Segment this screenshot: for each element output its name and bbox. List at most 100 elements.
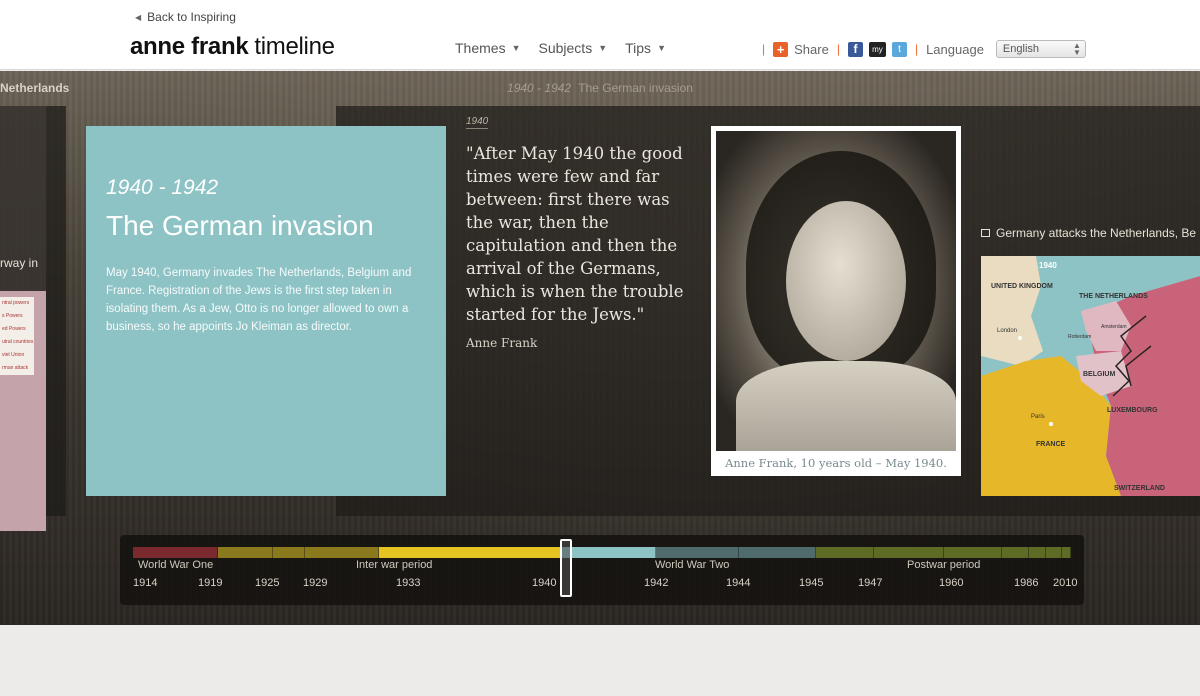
quote-block: 1940 "After May 1940 the good times were…: [466, 111, 701, 350]
legend-item: ed Powers: [2, 326, 26, 332]
period-label: World War One: [138, 559, 214, 571]
year-label[interactable]: 1940: [532, 577, 556, 589]
segment-current[interactable]: [561, 547, 656, 558]
chevron-down-icon: ▼: [511, 43, 521, 53]
event-card: 1940 - 1942 The German invasion May 1940…: [86, 126, 446, 496]
share-link[interactable]: Share: [794, 42, 829, 57]
segment-interwar[interactable]: [305, 547, 379, 558]
year-labels: 1914 1919 1925 1929 1933 1940 1942 1944 …: [120, 577, 1084, 593]
quote-text: "After May 1940 the good times were few …: [466, 144, 684, 324]
photo-card[interactable]: Anne Frank, 10 years old – May 1940.: [711, 126, 961, 476]
language-label: Language: [926, 41, 984, 57]
segment-interwar[interactable]: [218, 547, 273, 558]
photo-shirt: [736, 361, 956, 451]
previous-card[interactable]: rway in ntral powers s Powers ed Powers …: [0, 106, 66, 531]
nav-subjects[interactable]: Subjects ▼: [539, 40, 608, 56]
map-city-dot: [1018, 336, 1022, 340]
nav-subjects-label: Subjects: [538, 40, 593, 56]
nav-tips[interactable]: Tips ▼: [625, 40, 666, 56]
plus-icon[interactable]: +: [773, 41, 789, 57]
legend-item: s Powers: [2, 313, 23, 319]
year-label[interactable]: 1914: [133, 577, 157, 589]
header: ◀ Back to Inspiring anne frank timeline T…: [0, 0, 1200, 70]
next-card[interactable]: Germany attacks the Netherlands, Be 1940…: [981, 226, 1200, 496]
year-label[interactable]: 1944: [726, 577, 750, 589]
next-card-heading: Germany attacks the Netherlands, Be: [981, 226, 1200, 240]
nav-themes[interactable]: Themes ▼: [455, 40, 521, 56]
segment-postwar[interactable]: [1002, 547, 1029, 558]
timeline-bar[interactable]: [133, 547, 1071, 558]
segment-postwar[interactable]: [1029, 547, 1046, 558]
legend-item: rman attack: [2, 365, 29, 371]
segment-postwar[interactable]: [1062, 547, 1071, 558]
nav-tips-label: Tips: [625, 40, 652, 56]
segment-postwar[interactable]: [816, 547, 874, 558]
map-label: FRANCE: [1036, 441, 1065, 448]
period-label: World War Two: [655, 559, 730, 571]
divider: |: [836, 42, 840, 56]
myspace-icon[interactable]: my: [868, 41, 886, 57]
header-tools: | + Share | f my t | Language English ▲ ▼: [760, 40, 1086, 58]
back-link[interactable]: ◀ Back to Inspiring: [135, 10, 236, 24]
map-label: UNITED KINGDOM: [991, 283, 1053, 290]
event-title: The German invasion: [106, 210, 374, 241]
nav-themes-label: Themes: [455, 40, 506, 56]
quote-year: 1940: [466, 116, 489, 129]
map-year: 1940: [1039, 261, 1057, 270]
timeline-scrubber[interactable]: World War One Inter war period World War…: [120, 535, 1084, 605]
year-label[interactable]: 1942: [644, 577, 668, 589]
logo[interactable]: anne frank timeline: [130, 33, 335, 61]
previous-map: ntral powers s Powers ed Powers utral co…: [0, 291, 46, 531]
year-label[interactable]: 1929: [303, 577, 327, 589]
event-years: 1940 - 1942: [106, 176, 219, 199]
segment-postwar[interactable]: [1046, 547, 1062, 558]
back-link-label: Back to Inspiring: [147, 10, 236, 24]
segment-ww1[interactable]: [133, 547, 218, 558]
previous-card-text: rway in: [0, 256, 39, 270]
map-label: Paris: [1031, 414, 1045, 420]
year-label[interactable]: 1947: [858, 577, 882, 589]
language-select-value: English: [1002, 43, 1039, 55]
twitter-icon[interactable]: t: [891, 41, 907, 57]
logo-light: timeline: [254, 33, 335, 60]
year-label[interactable]: 1945: [799, 577, 823, 589]
year-label[interactable]: 2010: [1053, 577, 1077, 589]
language-select[interactable]: English ▲ ▼: [995, 40, 1086, 58]
segment-postwar[interactable]: [874, 547, 944, 558]
legend-item: ntral powers: [2, 300, 30, 306]
year-label[interactable]: 1919: [198, 577, 222, 589]
quote-author: Anne Frank: [466, 336, 538, 350]
map-graphic: 1940 UNITED KINGDOM THE NETHERLANDS Lond…: [981, 256, 1200, 496]
segment-ww2[interactable]: [739, 547, 816, 558]
chevron-down-icon: ▼: [657, 43, 666, 53]
segment-postwar[interactable]: [944, 547, 1002, 558]
photo-caption: Anne Frank, 10 years old – May 1940.: [725, 456, 947, 470]
divider: |: [762, 42, 766, 56]
map-label: Rotterdam: [1068, 334, 1091, 340]
main-nav: Themes ▼ Subjects ▼ Tips ▼: [455, 40, 666, 56]
map-label: BELGIUM: [1083, 371, 1115, 378]
year-label[interactable]: 1933: [396, 577, 420, 589]
next-card-title: Germany attacks the Netherlands, Be: [996, 226, 1197, 240]
anne-frank-photo: [716, 131, 956, 451]
map-label: Amsterdam: [1101, 324, 1127, 330]
map-label: LUXEMBOURG: [1107, 407, 1158, 414]
segment-interwar[interactable]: [273, 547, 305, 558]
map-label: SWITZERLAND: [1114, 485, 1165, 492]
map-label: London: [997, 328, 1017, 334]
divider: |: [914, 42, 919, 56]
facebook-icon[interactable]: f: [847, 41, 863, 57]
stage-title-text: The German invasion: [578, 81, 693, 95]
map-label: THE NETHERLANDS: [1079, 293, 1148, 300]
legend-item: utral countries: [2, 339, 34, 345]
photo-face: [786, 201, 906, 361]
timeline-handle[interactable]: [560, 539, 572, 597]
year-label[interactable]: 1986: [1014, 577, 1038, 589]
segment-ww2[interactable]: [656, 547, 739, 558]
segment-interwar-bright[interactable]: [379, 547, 561, 558]
timeline-stage: Netherlands 1940 - 1942 The German invas…: [0, 71, 1200, 625]
year-label[interactable]: 1925: [255, 577, 279, 589]
period-labels: World War One Inter war period World War…: [133, 559, 1071, 573]
year-label[interactable]: 1960: [939, 577, 963, 589]
europe-map: 1940 UNITED KINGDOM THE NETHERLANDS Lond…: [981, 256, 1200, 496]
